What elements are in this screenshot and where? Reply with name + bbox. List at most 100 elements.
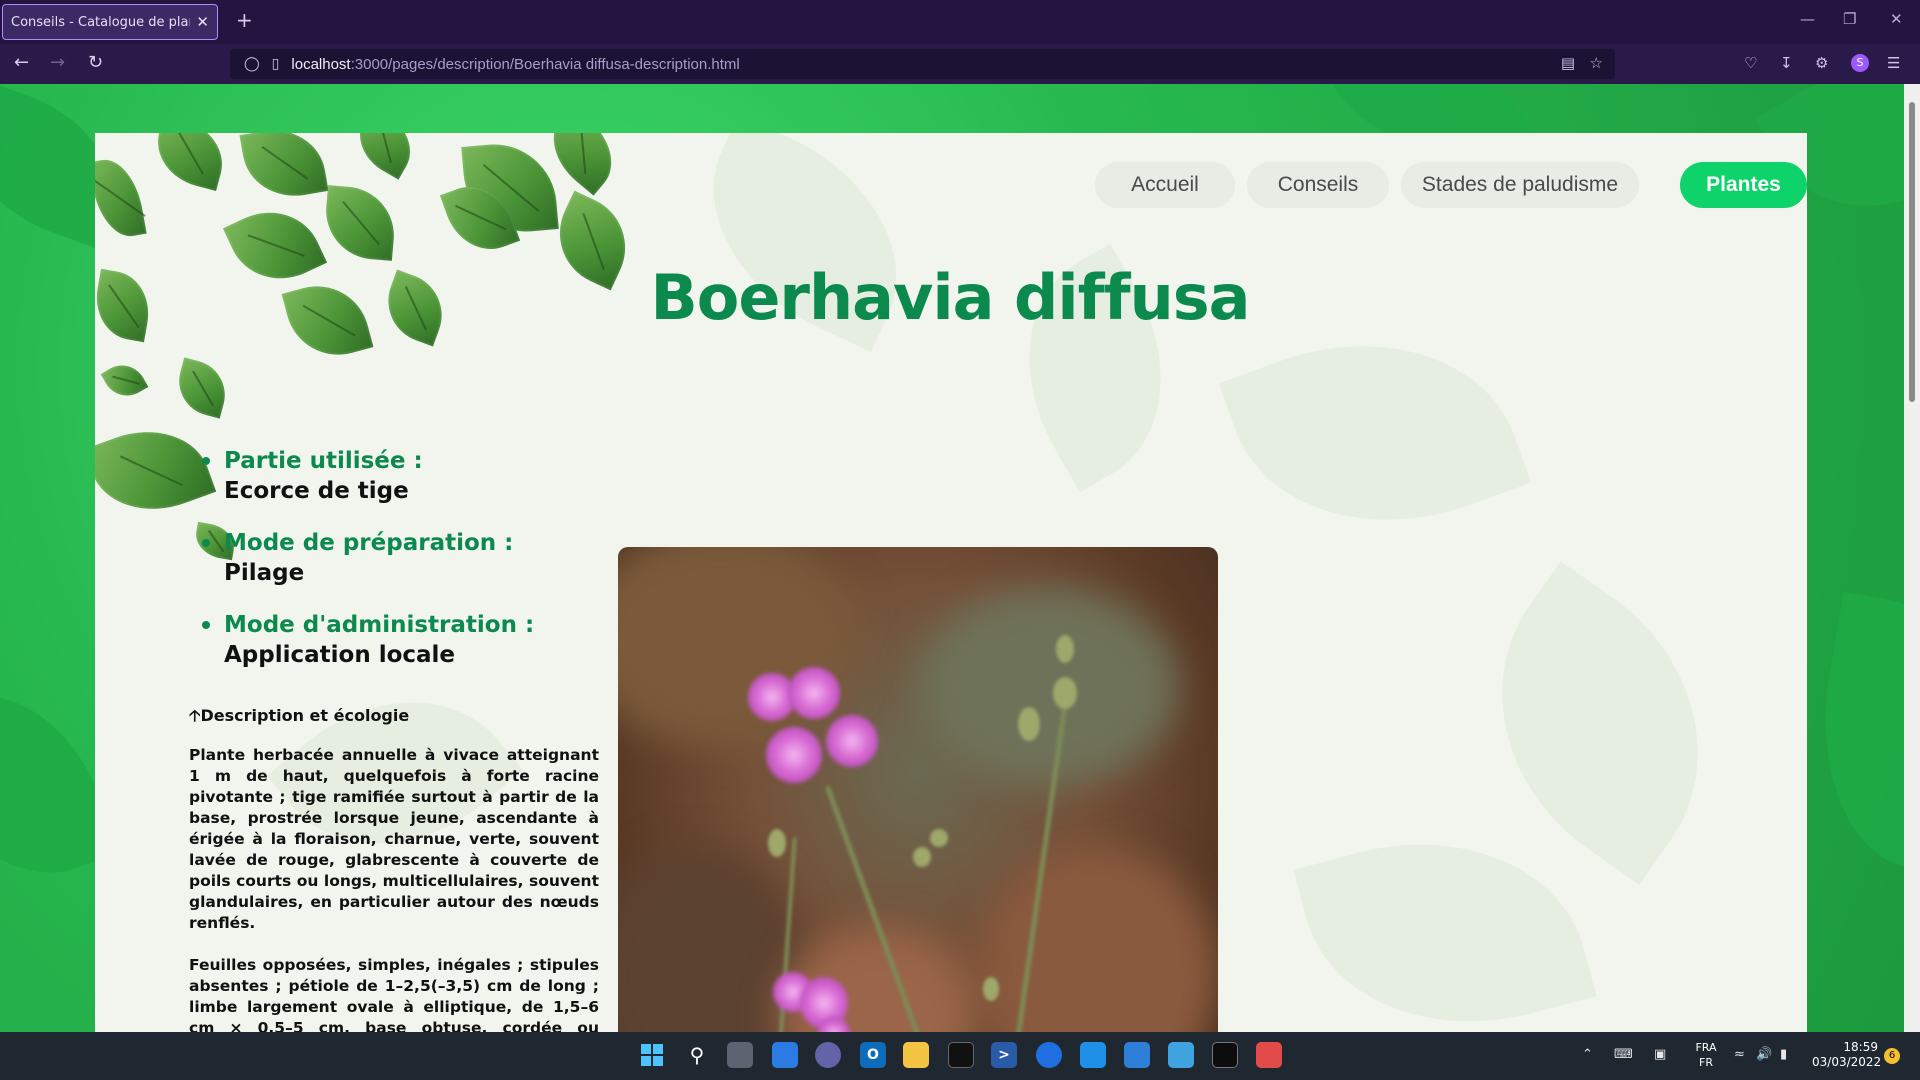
corner-leaf (171, 357, 233, 419)
plant-facts-list: Partie utilisée : Ecorce de tige Mode de… (202, 446, 568, 692)
description-paragraph: Feuilles opposées, simples, inégales ; s… (189, 956, 599, 1032)
flower-bud (913, 847, 931, 867)
chevron-up-icon[interactable]: ⌃ (1582, 1047, 1593, 1062)
clock-date: 03/03/2022 (1812, 1055, 1882, 1069)
fact-value: Ecorce de tige (224, 478, 409, 504)
minimize-icon[interactable]: — (1800, 10, 1815, 28)
flower-bud (930, 829, 948, 847)
corner-leaf (239, 133, 329, 205)
forward-icon[interactable]: → (50, 52, 65, 73)
volume-icon[interactable]: 🔊 (1756, 1047, 1772, 1062)
description-text: Plante herbacée annuelle à vivace atteig… (189, 745, 599, 1032)
page-viewport: Accueil Conseils Stades de paludisme Pla… (0, 84, 1904, 1032)
menu-icon[interactable]: ☰ (1887, 54, 1900, 72)
shield-icon[interactable]: ◯ (244, 56, 260, 72)
wifi-icon[interactable]: ≈ (1734, 1047, 1745, 1062)
flower-bud (1018, 707, 1040, 741)
browser-tab-bar: Conseils - Catalogue de plantes ✕ + — ❐ … (0, 0, 1920, 44)
firefox-icon[interactable] (1036, 1042, 1062, 1068)
flower-bud (1053, 677, 1077, 709)
app-icon[interactable] (1256, 1042, 1282, 1068)
display-icon[interactable]: ▣ (1654, 1047, 1666, 1062)
mail-icon[interactable] (1124, 1042, 1150, 1068)
card-background-leaf (1218, 294, 1532, 572)
notification-badge[interactable]: 6 (1884, 1048, 1900, 1064)
tab-close-icon[interactable]: ✕ (196, 13, 209, 31)
photo-blur (918, 587, 1178, 787)
language-code: FRA (1695, 1041, 1717, 1054)
fact-value: Pilage (224, 560, 305, 586)
restore-icon[interactable]: ❐ (1843, 10, 1856, 28)
background-leaf (1798, 592, 1904, 876)
corner-leaf (148, 133, 232, 192)
corner-leaf (281, 274, 374, 367)
chat-icon[interactable] (815, 1042, 841, 1068)
outlook-icon[interactable]: O (860, 1042, 886, 1068)
nav-conseils[interactable]: Conseils (1247, 162, 1389, 208)
fact-label: Partie utilisée : (224, 448, 423, 474)
vscode-icon[interactable] (1080, 1042, 1106, 1068)
reader-view-icon[interactable]: ▤ (1561, 54, 1575, 72)
notepad-icon[interactable] (1168, 1042, 1194, 1068)
download-icon[interactable]: ↧ (1780, 54, 1793, 72)
description-paragraph: Plante herbacée annuelle à vivace atteig… (189, 746, 599, 932)
page-title: Boerhavia diffusa (650, 261, 1250, 334)
file-explorer-icon[interactable] (903, 1042, 929, 1068)
nav-accueil[interactable]: Accueil (1095, 162, 1235, 208)
nav-stades-de-paludisme[interactable]: Stades de paludisme (1401, 162, 1639, 208)
url-bar[interactable]: ◯ ▯ localhost:3000/pages/description/Boe… (230, 49, 1615, 79)
card-background-leaf (1293, 802, 1597, 1032)
card-background-leaf (1434, 561, 1766, 885)
description-heading[interactable]: 🡡Description et écologie (189, 705, 409, 732)
search-icon[interactable]: ⚲ (684, 1042, 710, 1068)
description-heading-text: Description et écologie (200, 706, 410, 725)
extensions-icon[interactable]: ⚙ (1815, 54, 1828, 72)
flower-bud (768, 829, 786, 857)
cmd-icon[interactable] (1212, 1042, 1238, 1068)
fact-value: Application locale (224, 642, 456, 668)
corner-leaf (222, 194, 328, 297)
profile-avatar[interactable]: S (1851, 54, 1869, 72)
content-card: Accueil Conseils Stades de paludisme Pla… (95, 133, 1807, 1032)
new-tab-icon[interactable]: + (236, 8, 253, 32)
pocket-icon[interactable]: ♡ (1744, 54, 1757, 72)
star-icon[interactable]: ☆ (1590, 54, 1603, 72)
task-view-icon[interactable] (727, 1042, 753, 1068)
fact-label: Mode d'administration : (224, 612, 535, 638)
flower (788, 667, 840, 719)
widgets-icon[interactable] (772, 1042, 798, 1068)
windows-start-icon[interactable] (639, 1042, 665, 1068)
corner-leaf (346, 133, 424, 180)
nav-plantes[interactable]: Plantes (1680, 162, 1807, 208)
corner-leaf (376, 269, 454, 347)
window-close-icon[interactable]: ✕ (1890, 10, 1903, 28)
clock-time: 18:59 (1843, 1040, 1878, 1054)
flower-bud (983, 977, 999, 1001)
clock[interactable]: 18:59 03/03/2022 (1812, 1040, 1882, 1070)
url-path: :3000/pages/description/Boerhavia diffus… (350, 55, 740, 73)
plant-photo (618, 547, 1218, 1032)
arrow-up-icon: 🡡 (189, 706, 201, 725)
battery-icon[interactable]: ▮ (1780, 1047, 1787, 1062)
taskbar: ⚲ O > ⌃ ⌨ ▣ FRA FR ≈ 🔊 ▮ 18:59 03/03/202… (0, 1032, 1920, 1080)
browser-tab[interactable]: Conseils - Catalogue de plantes ✕ (2, 4, 218, 40)
corner-leaf (95, 268, 156, 343)
fact-item: Mode d'administration : Application loca… (202, 610, 568, 670)
fact-item: Mode de préparation : Pilage (202, 528, 568, 588)
terminal-icon[interactable] (948, 1042, 974, 1068)
powershell-icon[interactable]: > (991, 1042, 1017, 1068)
corner-leaf (95, 154, 147, 242)
keyboard-icon[interactable]: ⌨ (1614, 1047, 1633, 1062)
page-scrollbar[interactable] (1904, 84, 1920, 1032)
flower (826, 715, 878, 767)
browser-nav-bar: ← → ↻ ◯ ▯ localhost:3000/pages/descripti… (0, 44, 1920, 84)
reload-icon[interactable]: ↻ (88, 52, 103, 73)
fact-item: Partie utilisée : Ecorce de tige (202, 446, 568, 506)
scrollbar-thumb[interactable] (1909, 102, 1915, 402)
page-icon: ▯ (271, 56, 280, 72)
language-indicator[interactable]: FRA FR (1692, 1040, 1720, 1070)
corner-leaf (100, 356, 149, 405)
photo-blur (978, 847, 1218, 1032)
flower (766, 727, 822, 783)
back-icon[interactable]: ← (14, 52, 29, 73)
